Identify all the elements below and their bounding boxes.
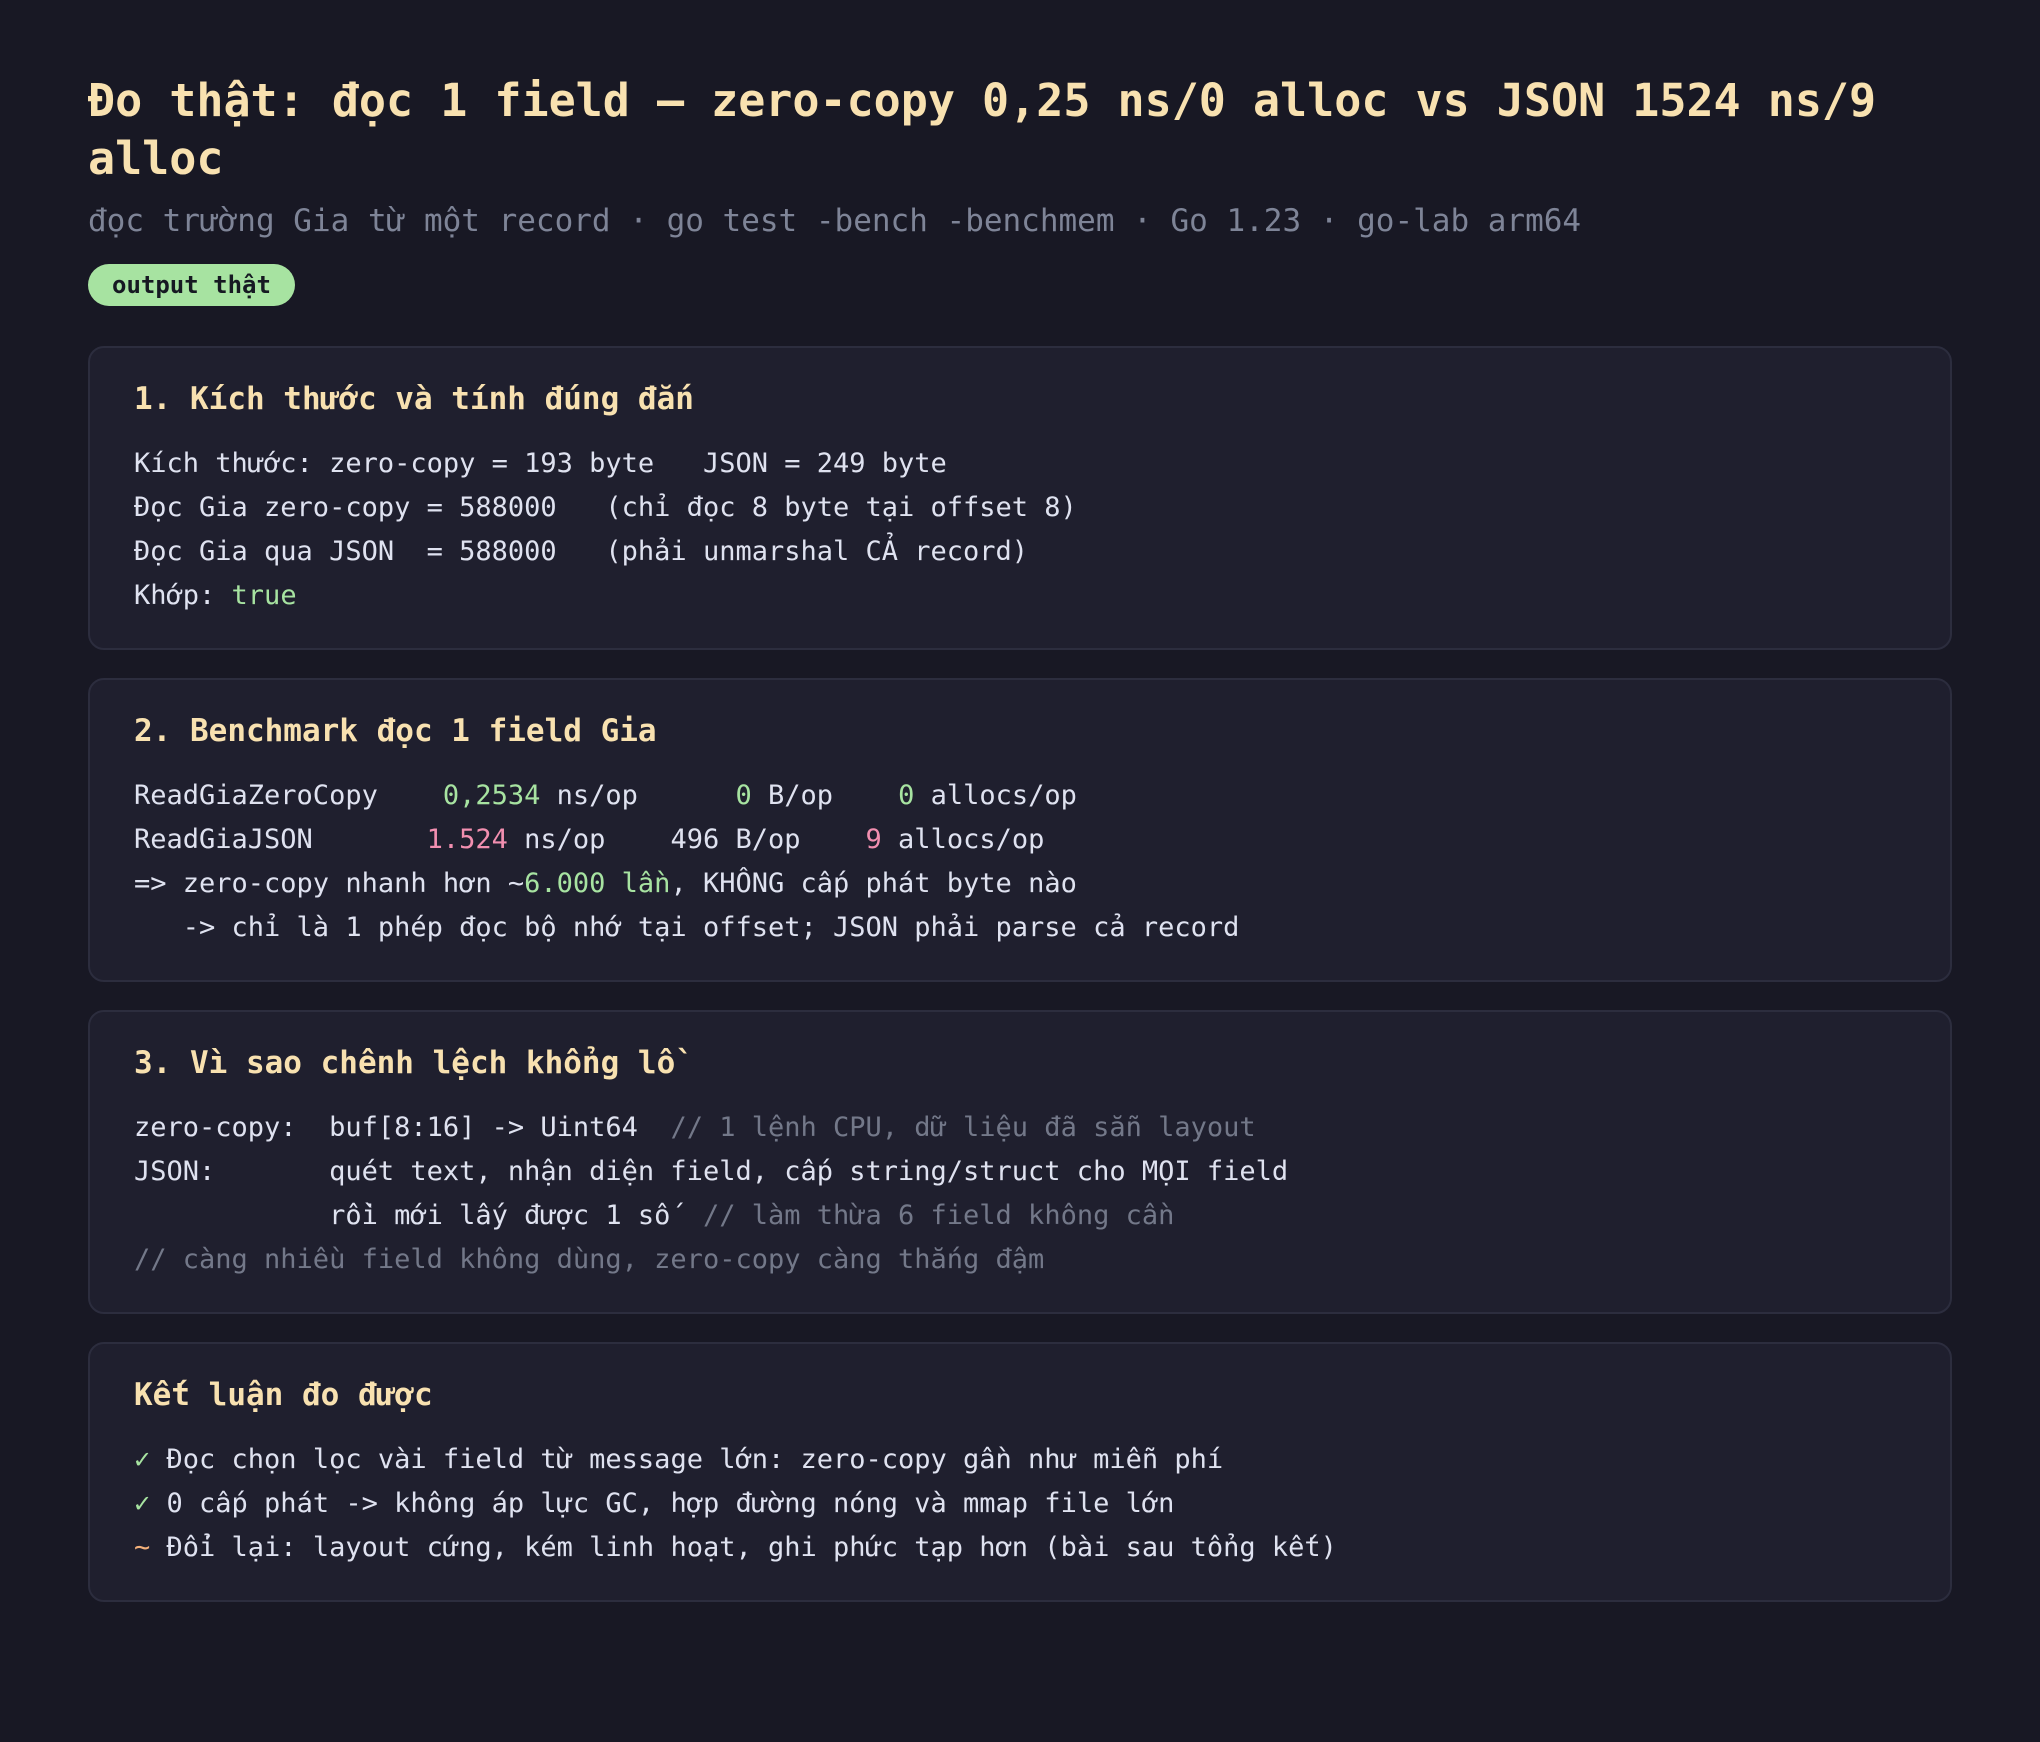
size-correctness-card: 1. Kích thước và tính đúng đắn Kích thướ… <box>88 346 1952 650</box>
page: Đo thật: đọc 1 field — zero-copy 0,25 ns… <box>88 72 1952 1602</box>
bench-row-json: ReadGiaJSON 1.524 ns/op 496 B/op 9 alloc… <box>134 818 1906 862</box>
summary-comment: // càng nhiều field không dùng, zero-cop… <box>134 1244 1045 1275</box>
explanation-line: -> chỉ là 1 phép đọc bộ nhớ tại offset; … <box>134 912 1240 943</box>
zero-copy-read-line: Đọc Gia zero-copy = 588000 (chỉ đọc 8 by… <box>134 492 1077 523</box>
check-icon: ✓ <box>134 1444 151 1475</box>
benchmark-card: 2. Benchmark đọc 1 field Gia ReadGiaZero… <box>88 678 1952 982</box>
conclusion-text: Đổi lại: layout cứng, kém linh hoạt, ghi… <box>150 1532 1337 1563</box>
bench-ns-unit: ns/op <box>540 780 736 811</box>
bench-allocs-unit: allocs/op <box>914 780 1077 811</box>
bench-allocs-value: 0 <box>898 780 915 811</box>
bench-bytes-value: 0 <box>735 780 752 811</box>
benchmark-card-title: 2. Benchmark đọc 1 field Gia <box>134 713 657 749</box>
check-icon: ✓ <box>134 1488 151 1519</box>
size-line: Kích thước: zero-copy = 193 byte JSON = … <box>134 448 947 479</box>
bench-bytes-unit: B/op <box>751 780 899 811</box>
tilde-icon: ~ <box>134 1532 151 1563</box>
bench-name: ReadGiaZeroCopy <box>134 780 443 811</box>
zero-copy-code-line: zero-copy: buf[8:16] -> Uint64 // 1 lệnh… <box>134 1106 1906 1150</box>
match-label: Khớp: <box>134 580 232 611</box>
conclusion-item: ~ Đổi lại: layout cứng, kém linh hoạt, g… <box>134 1526 1906 1570</box>
page-title: Đo thật: đọc 1 field — zero-copy 0,25 ns… <box>88 74 1877 185</box>
conclusion-item: ✓ Đọc chọn lọc vài field từ message lớn:… <box>134 1438 1906 1482</box>
json-code-line: JSON: quét text, nhận diện field, cấp st… <box>134 1156 1289 1187</box>
match-value: true <box>231 580 297 611</box>
speedup-prefix: => zero-copy nhanh hơn ~ <box>134 868 525 899</box>
json-read-line: Đọc Gia qua JSON = 588000 (phải unmarsha… <box>134 536 1029 567</box>
bench-ns-unit: ns/op <box>507 824 671 855</box>
code-text: rồi mới lấy được 1 số <box>134 1200 703 1231</box>
bench-bytes: 496 B/op <box>670 824 866 855</box>
output-badge: output thật <box>88 264 295 306</box>
bench-row-zero-copy: ReadGiaZeroCopy 0,2534 ns/op 0 B/op 0 al… <box>134 774 1906 818</box>
size-card-title: 1. Kích thước và tính đúng đắn <box>134 381 694 417</box>
code-text: zero-copy: buf[8:16] -> Uint64 <box>134 1112 671 1143</box>
bench-allocs-unit: allocs/op <box>881 824 1045 855</box>
bench-allocs-value: 9 <box>865 824 882 855</box>
match-line: Khớp: true <box>134 574 1906 618</box>
why-card: 3. Vì sao chênh lệch khổng lồ zero-copy:… <box>88 1010 1952 1314</box>
speedup-suffix: , KHÔNG cấp phát byte nào <box>670 868 1077 899</box>
conclusion-card-title: Kết luận đo được <box>134 1377 433 1413</box>
page-subtitle: đọc trường Gia từ một record · go test -… <box>88 203 1582 239</box>
conclusion-item: ✓ 0 cấp phát -> không áp lực GC, hợp đườ… <box>134 1482 1906 1526</box>
why-card-title: 3. Vì sao chênh lệch khổng lồ <box>134 1045 676 1081</box>
conclusion-card: Kết luận đo được ✓ Đọc chọn lọc vài fiel… <box>88 1342 1952 1602</box>
bench-name: ReadGiaJSON <box>134 824 427 855</box>
bench-ns-value: 0,2534 <box>442 780 541 811</box>
conclusion-text: Đọc chọn lọc vài field từ message lớn: z… <box>150 1444 1224 1475</box>
speedup-value: 6.000 lần <box>524 868 671 899</box>
bench-ns-value: 1.524 <box>426 824 508 855</box>
json-code-line-continued: rồi mới lấy được 1 số // làm thừa 6 fiel… <box>134 1194 1906 1238</box>
code-comment: // làm thừa 6 field không cần <box>702 1200 1175 1231</box>
code-comment: // 1 lệnh CPU, dữ liệu đã sẵn layout <box>670 1112 1256 1143</box>
speedup-line: => zero-copy nhanh hơn ~6.000 lần, KHÔNG… <box>134 862 1906 906</box>
conclusion-text: 0 cấp phát -> không áp lực GC, hợp đường… <box>150 1488 1175 1519</box>
